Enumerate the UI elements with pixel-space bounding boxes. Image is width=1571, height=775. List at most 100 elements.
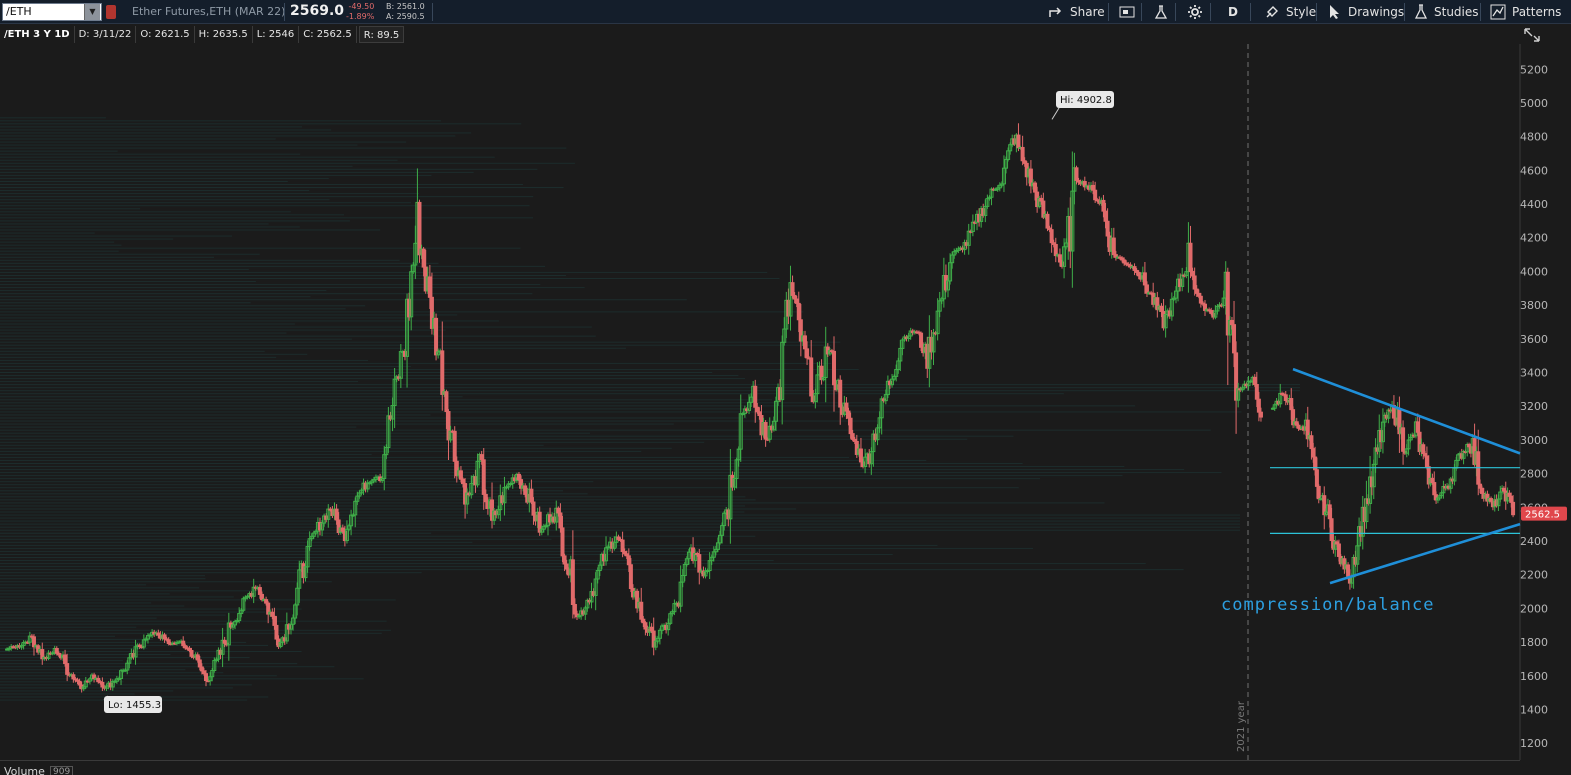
y-tick-label: 5000: [1520, 97, 1548, 110]
candle-body: [257, 587, 262, 595]
toolbar-divider: [1316, 3, 1317, 21]
profile-bar: [0, 684, 252, 686]
drawings-button[interactable]: Drawings: [1324, 2, 1408, 22]
candle-body: [54, 647, 59, 654]
candle-body: [483, 493, 488, 503]
candle-body: [452, 430, 457, 462]
profile-bar: [0, 350, 265, 352]
studies-button[interactable]: Studies: [1410, 2, 1483, 22]
profile-bar: [0, 253, 260, 255]
profile-bar: [0, 429, 1211, 431]
candle-body: [792, 294, 797, 300]
low-label: Lo: 1455.3: [103, 695, 162, 713]
candle-body: [516, 473, 521, 481]
grid-settings-button[interactable]: [1115, 2, 1139, 22]
top-toolbar: /ETH ▼ Ether Futures,ETH (MAR 22) 2569.0…: [0, 0, 1571, 24]
change-values: -49.50 -1.89%: [346, 2, 374, 22]
candle-body: [1093, 189, 1098, 201]
candle-body: [1421, 444, 1426, 455]
profile-bar: [0, 423, 674, 425]
profile-bar: [0, 535, 756, 537]
flask-button[interactable]: [1149, 2, 1173, 22]
profile-bar: [0, 311, 804, 313]
profile-bar: [0, 180, 288, 182]
flag-icon[interactable]: [106, 5, 116, 19]
profile-bar: [0, 514, 1240, 516]
profile-bar: [0, 556, 563, 558]
profile-bar: [0, 381, 359, 383]
patterns-button[interactable]: Patterns: [1486, 2, 1565, 22]
chart-canvas[interactable]: 2021 year 120014001600180020002200240026…: [0, 44, 1571, 775]
candle-body: [1194, 288, 1199, 294]
candle-body: [1511, 501, 1516, 516]
candle-body: [1103, 210, 1108, 222]
profile-bar: [0, 629, 391, 631]
candle-body: [570, 559, 575, 606]
candle-body: [1478, 483, 1483, 489]
profile-bar: [0, 129, 332, 131]
profile-bar: [0, 171, 474, 173]
studies-flask-icon: [1414, 4, 1428, 19]
profile-bar: [0, 593, 170, 595]
profile-bar: [0, 681, 124, 683]
year-label: 2021 year: [1236, 700, 1247, 752]
profile-bar: [0, 547, 1034, 549]
y-tick-label: 3800: [1520, 299, 1548, 312]
toolbar-divider: [284, 3, 285, 21]
profile-bar: [0, 214, 345, 216]
profile-bar: [0, 332, 287, 334]
candle-body: [1479, 487, 1484, 494]
settings-button[interactable]: [1183, 2, 1207, 22]
y-tick-label: 1800: [1520, 636, 1548, 649]
period-button[interactable]: D: [1224, 2, 1242, 22]
profile-bar: [0, 268, 249, 270]
profile-bar: [0, 259, 400, 261]
collapse-icon[interactable]: [1522, 26, 1542, 44]
candle-body: [1309, 435, 1314, 450]
y-tick-label: 2800: [1520, 468, 1548, 481]
y-tick-label: 3400: [1520, 367, 1548, 380]
profile-bar: [0, 123, 522, 125]
candle-body: [461, 478, 466, 485]
candle-body: [434, 317, 439, 356]
bar-low: L: 2546: [253, 26, 300, 43]
symbol-dropdown-button[interactable]: ▼: [84, 4, 100, 20]
symbol-text: /ETH: [6, 5, 32, 18]
candle-body: [809, 357, 814, 397]
toolbar-divider: [1210, 3, 1211, 21]
profile-bar: [0, 375, 739, 377]
bar-open: O: 2621.5: [136, 26, 195, 43]
profile-bar: [0, 408, 761, 410]
candle-body: [1509, 495, 1514, 503]
y-tick-label: 1200: [1520, 737, 1548, 750]
profile-bar: [0, 208, 141, 210]
style-button[interactable]: Style: [1260, 2, 1320, 22]
candle-body: [259, 593, 264, 601]
profile-bar: [0, 472, 1222, 474]
candle-body: [794, 298, 799, 304]
trendline[interactable]: [1292, 367, 1521, 455]
profile-bar: [0, 447, 672, 449]
share-label: Share: [1070, 5, 1105, 19]
profile-bar: [0, 538, 552, 540]
price-chart[interactable]: 2021 year 120014001600180020002200240026…: [0, 44, 1571, 775]
symbol-period[interactable]: /ETH 3 Y 1D: [0, 26, 75, 43]
profile-bar: [0, 162, 575, 164]
profile-bar: [0, 293, 533, 295]
profile-bar: [0, 650, 302, 652]
candle-body: [1424, 455, 1429, 468]
profile-bar: [0, 359, 369, 361]
y-tick-label: 4800: [1520, 131, 1548, 144]
profile-bar: [0, 296, 311, 298]
candle-body: [757, 411, 762, 416]
profile-bar: [0, 238, 174, 240]
profile-bar: [0, 256, 214, 258]
profile-bar: [0, 362, 832, 364]
candle-body: [71, 674, 76, 680]
candle-body: [1232, 324, 1237, 354]
candle-body: [1252, 376, 1257, 386]
profile-bar: [0, 387, 1300, 389]
share-button[interactable]: Share: [1044, 2, 1109, 22]
high-leader: [1051, 107, 1060, 120]
candle-body: [421, 248, 426, 268]
